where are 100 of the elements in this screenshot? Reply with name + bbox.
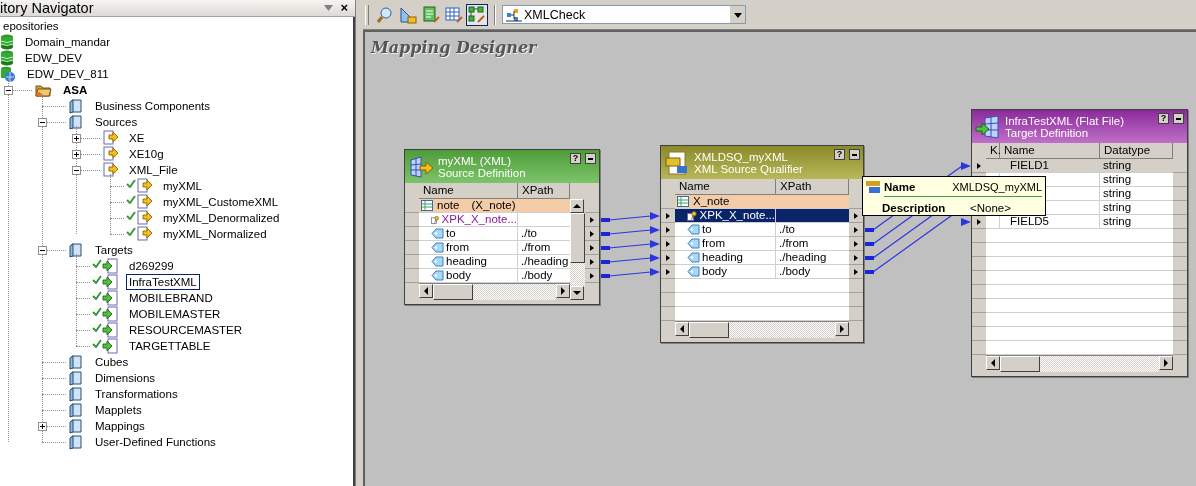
list-pencil-icon xyxy=(422,5,440,24)
expander-icon[interactable] xyxy=(72,165,81,175)
close-button[interactable]: × xyxy=(339,1,349,15)
document-arrow-icon xyxy=(102,322,118,338)
help-button[interactable]: ? xyxy=(570,153,581,164)
link-line xyxy=(608,243,652,249)
table-cell: heading xyxy=(702,251,743,264)
tree-item[interactable]: myXML_Normalized xyxy=(160,226,270,242)
column-header[interactable]: Name xyxy=(419,183,518,198)
tree-item[interactable]: InfraTestXML xyxy=(126,274,200,290)
toolbar-button[interactable] xyxy=(466,3,488,26)
box-subtitle: XML Source Qualifier xyxy=(694,162,804,175)
tooltip-label: Name xyxy=(884,180,917,193)
box-subtitle: Target Definition xyxy=(1005,126,1089,139)
panel-title: itory Navigator xyxy=(0,0,95,16)
database-globe-icon xyxy=(0,66,16,82)
tree-item[interactable]: myXML_CustomeXML xyxy=(160,194,282,210)
box-title: XMLDSQ_myXML xyxy=(694,150,789,163)
column-header[interactable]: Name xyxy=(675,179,776,194)
table-cell: XPK_X_note... xyxy=(699,209,775,222)
tag-icon xyxy=(431,228,444,239)
column-header[interactable]: Datatype xyxy=(1100,143,1173,158)
database-icon xyxy=(0,34,14,50)
column-header[interactable]: Name xyxy=(1000,143,1100,158)
expander-icon[interactable] xyxy=(38,245,47,255)
tree-item[interactable]: User-Defined Functions xyxy=(92,434,219,450)
document-arrow-icon xyxy=(102,162,118,178)
document-arrow-icon xyxy=(102,258,118,274)
folder-icon xyxy=(68,434,84,450)
minimize-button[interactable] xyxy=(1173,113,1184,124)
database-icon xyxy=(0,50,14,66)
document-arrow-icon xyxy=(102,338,118,354)
mapping-icon xyxy=(506,7,522,22)
dropdown-icon[interactable] xyxy=(324,5,334,11)
folder-hand-icon xyxy=(34,82,52,98)
tree-item[interactable]: EDW_DEV xyxy=(22,50,85,66)
document-arrow-icon xyxy=(102,146,118,162)
table-cell: body xyxy=(702,265,727,278)
tree-item[interactable]: RESOURCEMASTER xyxy=(126,322,246,338)
folder-icon xyxy=(68,354,84,370)
tree-item[interactable]: MOBILEMASTER xyxy=(126,306,224,322)
tooltip-value: XMLDSQ_myXML xyxy=(952,180,1042,193)
table-pencil-icon xyxy=(445,5,463,24)
box-subtitle: Source Definition xyxy=(438,166,527,179)
folder-icon xyxy=(68,386,84,402)
tree-item[interactable]: myXML_Denormalized xyxy=(160,210,283,226)
table-cell: ./to xyxy=(521,227,537,240)
document-arrow-icon xyxy=(102,274,118,290)
expander-icon[interactable] xyxy=(72,133,81,143)
expander-icon[interactable] xyxy=(72,149,81,159)
tree-item[interactable]: Transformations xyxy=(92,386,181,402)
canvas-title: Mapping Designer xyxy=(371,38,537,57)
expander-icon[interactable] xyxy=(4,85,13,95)
link-line xyxy=(608,215,652,221)
tree-item[interactable]: MOBILEBRAND xyxy=(126,290,216,306)
table-cell: heading xyxy=(446,255,487,268)
tree-item[interactable]: Domain_mandar xyxy=(22,34,113,50)
column-header[interactable]: XPath xyxy=(776,179,849,194)
tree-item[interactable]: myXML xyxy=(160,178,205,194)
tree-item[interactable]: Sources xyxy=(92,114,141,130)
minimize-button[interactable] xyxy=(849,149,860,160)
document-arrow-icon xyxy=(102,290,118,306)
document-arrow-icon xyxy=(136,226,152,242)
port-icon[interactable] xyxy=(977,162,981,169)
help-button[interactable]: ? xyxy=(1158,113,1169,124)
minimize-button[interactable] xyxy=(585,153,596,164)
tree-item[interactable]: ASA xyxy=(60,82,91,98)
column-header[interactable]: K. xyxy=(986,143,1000,158)
tree-item[interactable]: Mappings xyxy=(92,418,148,434)
key-icon xyxy=(687,209,698,222)
link-line xyxy=(608,229,652,235)
expander-icon[interactable] xyxy=(38,421,47,431)
tree-item[interactable]: XE10g xyxy=(126,146,167,162)
tree-item[interactable]: XE xyxy=(126,130,148,146)
tree-item[interactable]: TARGETTABLE xyxy=(126,338,214,354)
expander-icon[interactable] xyxy=(38,117,47,127)
tree-item[interactable]: Targets xyxy=(92,242,136,258)
table-cell: string xyxy=(1103,159,1132,172)
qualifier-icon xyxy=(866,180,880,193)
table-cell: string xyxy=(1103,201,1132,214)
tree-item[interactable]: epositories xyxy=(0,18,62,34)
tree-item[interactable]: d269299 xyxy=(126,258,177,274)
tree-item[interactable]: Business Components xyxy=(92,98,214,114)
help-button[interactable]: ? xyxy=(834,149,845,160)
dropdown-button[interactable] xyxy=(730,6,745,23)
tree-item[interactable]: Dimensions xyxy=(92,370,159,386)
mapping-select[interactable]: XMLCheck xyxy=(502,5,746,24)
horizontal-scrollbar[interactable] xyxy=(419,283,570,300)
link-line xyxy=(608,257,652,263)
table-cell: ./heading xyxy=(779,251,827,264)
tree-item[interactable]: Cubes xyxy=(92,354,132,370)
horizontal-scrollbar[interactable] xyxy=(675,321,849,338)
table-cell: FIELD1 xyxy=(1010,159,1049,172)
folder-icon xyxy=(68,242,84,258)
horizontal-scrollbar[interactable] xyxy=(986,355,1173,372)
tag-icon xyxy=(687,224,700,235)
tree-item[interactable]: XML_File xyxy=(126,162,181,178)
table-cell: string xyxy=(1103,215,1132,228)
tree-item[interactable]: EDW_DEV_811 xyxy=(24,66,112,82)
tree-item[interactable]: Mapplets xyxy=(92,402,145,418)
